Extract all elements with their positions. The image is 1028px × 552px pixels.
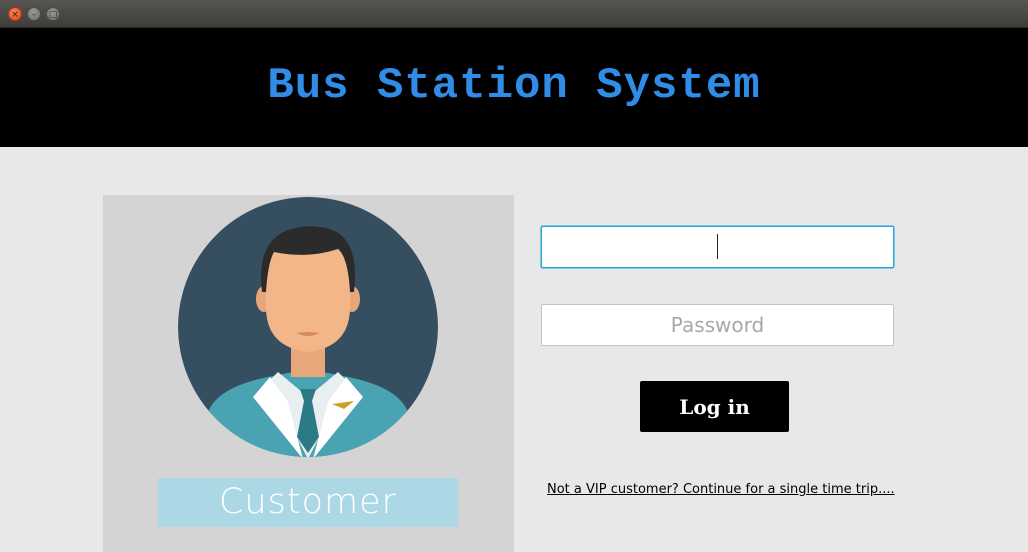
customer-avatar-icon [178,197,438,457]
window-minimize-button[interactable]: – [27,7,41,21]
app-header: Bus Station System [0,28,1028,147]
text-cursor [717,234,718,259]
window-close-button[interactable]: × [8,7,22,21]
password-field[interactable] [541,304,894,346]
app-title: Bus Station System [267,61,761,111]
role-label: Customer [158,478,458,527]
window-maximize-button[interactable]: □ [46,7,60,21]
avatar-panel: Customer [103,195,514,552]
login-button[interactable]: Log in [640,381,789,432]
window-titlebar: × – □ [0,0,1028,28]
guest-continue-link[interactable]: Not a VIP customer? Continue for a singl… [547,482,907,497]
